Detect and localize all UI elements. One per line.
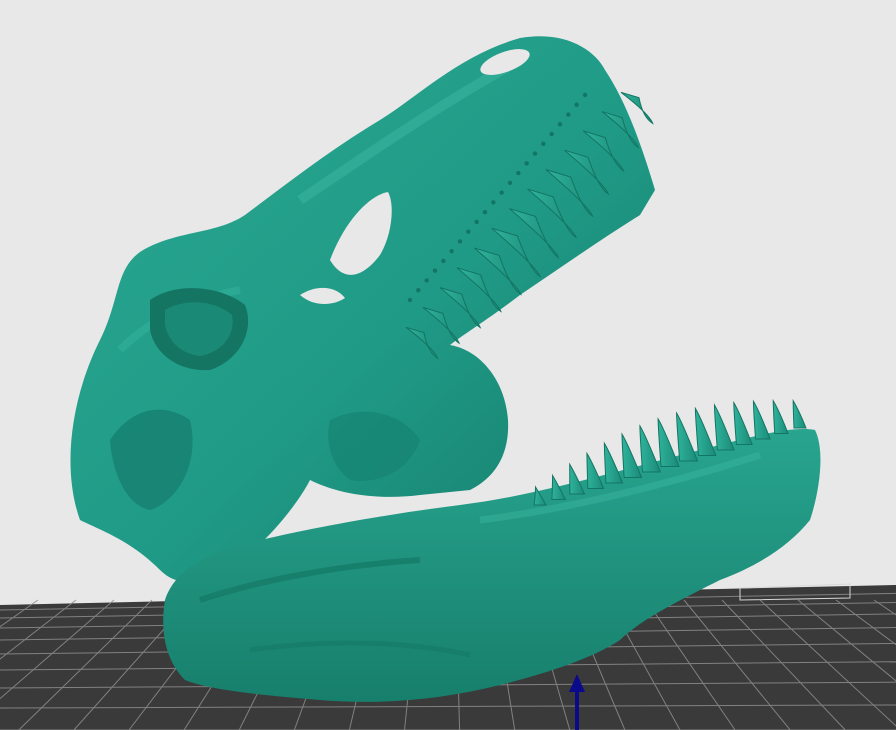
ridge-dot — [507, 180, 513, 186]
lower-tooth — [639, 424, 662, 473]
ridge-dot — [466, 229, 471, 234]
ridge-dot — [407, 297, 413, 303]
ridge-dot — [474, 219, 479, 225]
ridge-dot — [457, 239, 463, 244]
ridge-dot — [532, 151, 538, 156]
ridge-dot — [524, 161, 529, 166]
ridge-dot — [491, 200, 496, 205]
lower-tooth — [603, 441, 624, 484]
ridge-dot — [416, 288, 421, 293]
lower-tooth — [772, 398, 789, 434]
lower-tooth — [676, 411, 699, 462]
ridge-dot — [449, 248, 454, 254]
ridge-dot — [566, 112, 571, 117]
ridge-dot — [549, 131, 554, 137]
3d-viewport[interactable] — [0, 0, 896, 730]
lower-tooth — [733, 400, 753, 445]
ridge-dot — [432, 268, 438, 273]
lower-tooth — [713, 403, 735, 451]
lower-tooth — [752, 399, 771, 440]
ridge-dot — [541, 141, 546, 147]
ridge-dot — [424, 278, 429, 283]
ridge-dot — [574, 102, 579, 107]
ridge-dot — [582, 92, 588, 98]
lower-tooth — [792, 398, 807, 429]
scene-canvas[interactable] — [0, 0, 896, 730]
lower-tooth — [694, 406, 717, 456]
ridge-dot — [441, 258, 446, 264]
lower-tooth — [586, 451, 605, 489]
lower-tooth — [621, 432, 643, 478]
lower-tooth — [569, 462, 586, 495]
lower-tooth — [657, 417, 680, 467]
ridge-dot — [516, 170, 521, 176]
ridge-dot — [557, 122, 563, 127]
ridge-dot — [499, 190, 504, 195]
ridge-dot — [482, 209, 488, 215]
